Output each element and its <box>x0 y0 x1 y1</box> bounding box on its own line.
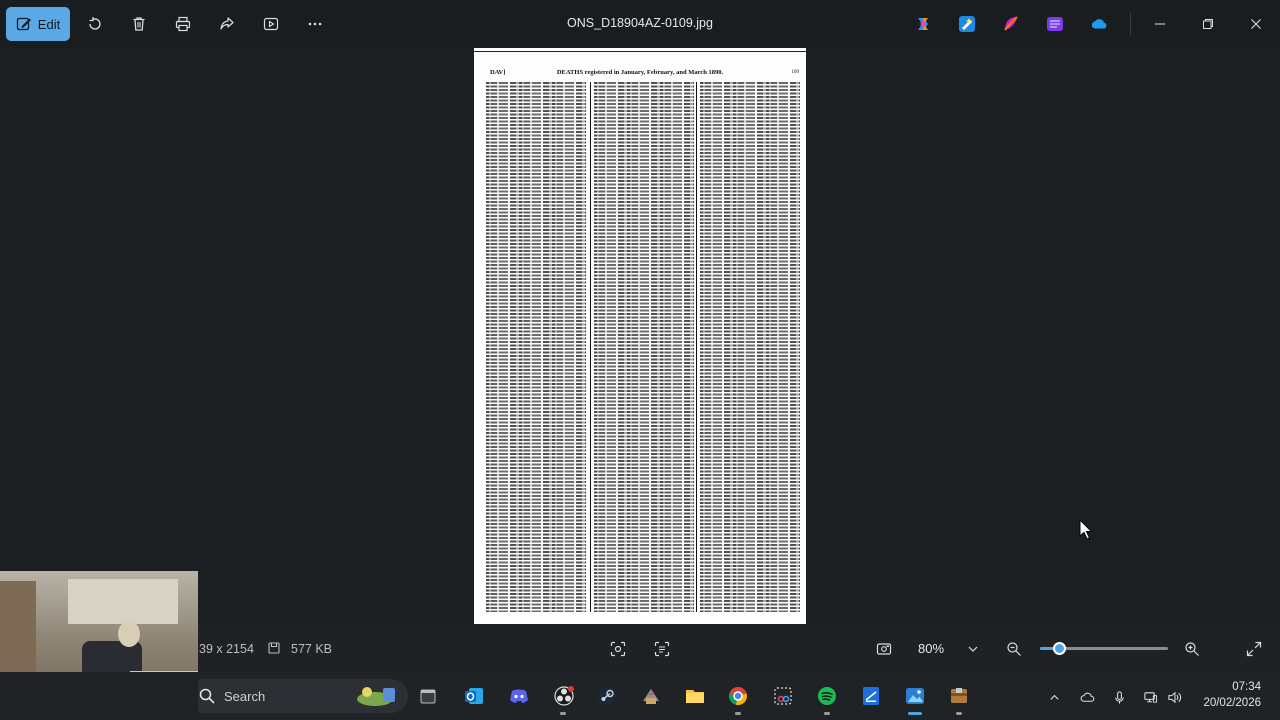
column-rule <box>696 82 697 612</box>
register-column <box>486 82 586 612</box>
zoom-percentage[interactable]: 80% <box>918 641 944 656</box>
document-image[interactable]: DAV] DEATHS registered in January, Febru… <box>474 48 806 624</box>
document-top-rule <box>474 51 806 52</box>
microphone-icon[interactable] <box>1110 688 1128 706</box>
steam-icon[interactable] <box>594 683 620 709</box>
register-column <box>594 82 694 612</box>
register-column <box>700 82 800 612</box>
spotify-icon[interactable] <box>814 683 840 709</box>
onedrive-icon[interactable] <box>1089 14 1109 34</box>
running-indicator <box>735 712 741 715</box>
active-app-indicator <box>908 712 922 715</box>
running-indicator <box>956 712 962 715</box>
folder-icon[interactable] <box>682 683 708 709</box>
volume-icon[interactable] <box>1165 688 1183 706</box>
file-size: 577 KB <box>291 642 333 656</box>
title-separator <box>1130 12 1131 36</box>
file-size-icon <box>268 642 280 654</box>
photos-icon[interactable] <box>902 683 928 709</box>
cloud-icon[interactable] <box>1078 688 1096 706</box>
document-title: DEATHS registered in January, February, … <box>556 69 724 76</box>
text-extract-icon[interactable] <box>651 638 673 660</box>
zoom-slider[interactable] <box>1040 642 1168 655</box>
designer-icon[interactable] <box>957 14 977 34</box>
archive-icon[interactable] <box>946 683 972 709</box>
minimize-icon[interactable] <box>1147 12 1173 36</box>
clock-time[interactable]: 07:34 <box>1232 681 1261 693</box>
cocreator-icon[interactable] <box>1001 14 1021 34</box>
chrome-icon[interactable] <box>725 683 751 709</box>
file-explorer-black-icon[interactable] <box>415 683 441 709</box>
running-indicator <box>560 712 566 715</box>
column-rule <box>590 82 591 612</box>
fit-to-window-icon[interactable] <box>873 638 895 660</box>
running-indicator <box>824 712 830 715</box>
chevron-up-icon[interactable] <box>1045 688 1063 706</box>
taskbar-search-label: Search <box>224 689 266 704</box>
restore-icon[interactable] <box>1195 12 1221 36</box>
mouse-cursor-icon <box>1079 519 1093 540</box>
game-icon[interactable] <box>638 683 664 709</box>
outlook-icon[interactable] <box>461 683 487 709</box>
search-highlight-icon <box>357 687 395 706</box>
obs-icon[interactable] <box>551 683 577 709</box>
clipchamp-icon[interactable] <box>1045 14 1065 34</box>
copilot-icon[interactable] <box>913 14 933 34</box>
close-icon[interactable] <box>1243 12 1269 36</box>
clock-date[interactable]: 20/02/2026 <box>1203 697 1261 709</box>
zoom-in-icon[interactable] <box>1181 638 1203 660</box>
snipping-tool-icon[interactable] <box>770 683 796 709</box>
chevron-down-icon[interactable] <box>962 638 984 660</box>
visual-search-icon[interactable] <box>607 638 629 660</box>
zoom-out-icon[interactable] <box>1003 638 1025 660</box>
fullscreen-icon[interactable] <box>1243 638 1265 660</box>
search-icon <box>199 688 215 704</box>
network-icon[interactable] <box>1141 688 1159 706</box>
file-name: ONS_D18904AZ-0109.jpg <box>567 16 713 30</box>
document-register-columns <box>486 82 800 612</box>
discord-icon[interactable] <box>506 683 532 709</box>
dropbox-paper-icon[interactable] <box>858 683 884 709</box>
image-dimensions: 39 x 2154 <box>199 642 254 656</box>
document-page-number: 109 <box>791 70 800 75</box>
